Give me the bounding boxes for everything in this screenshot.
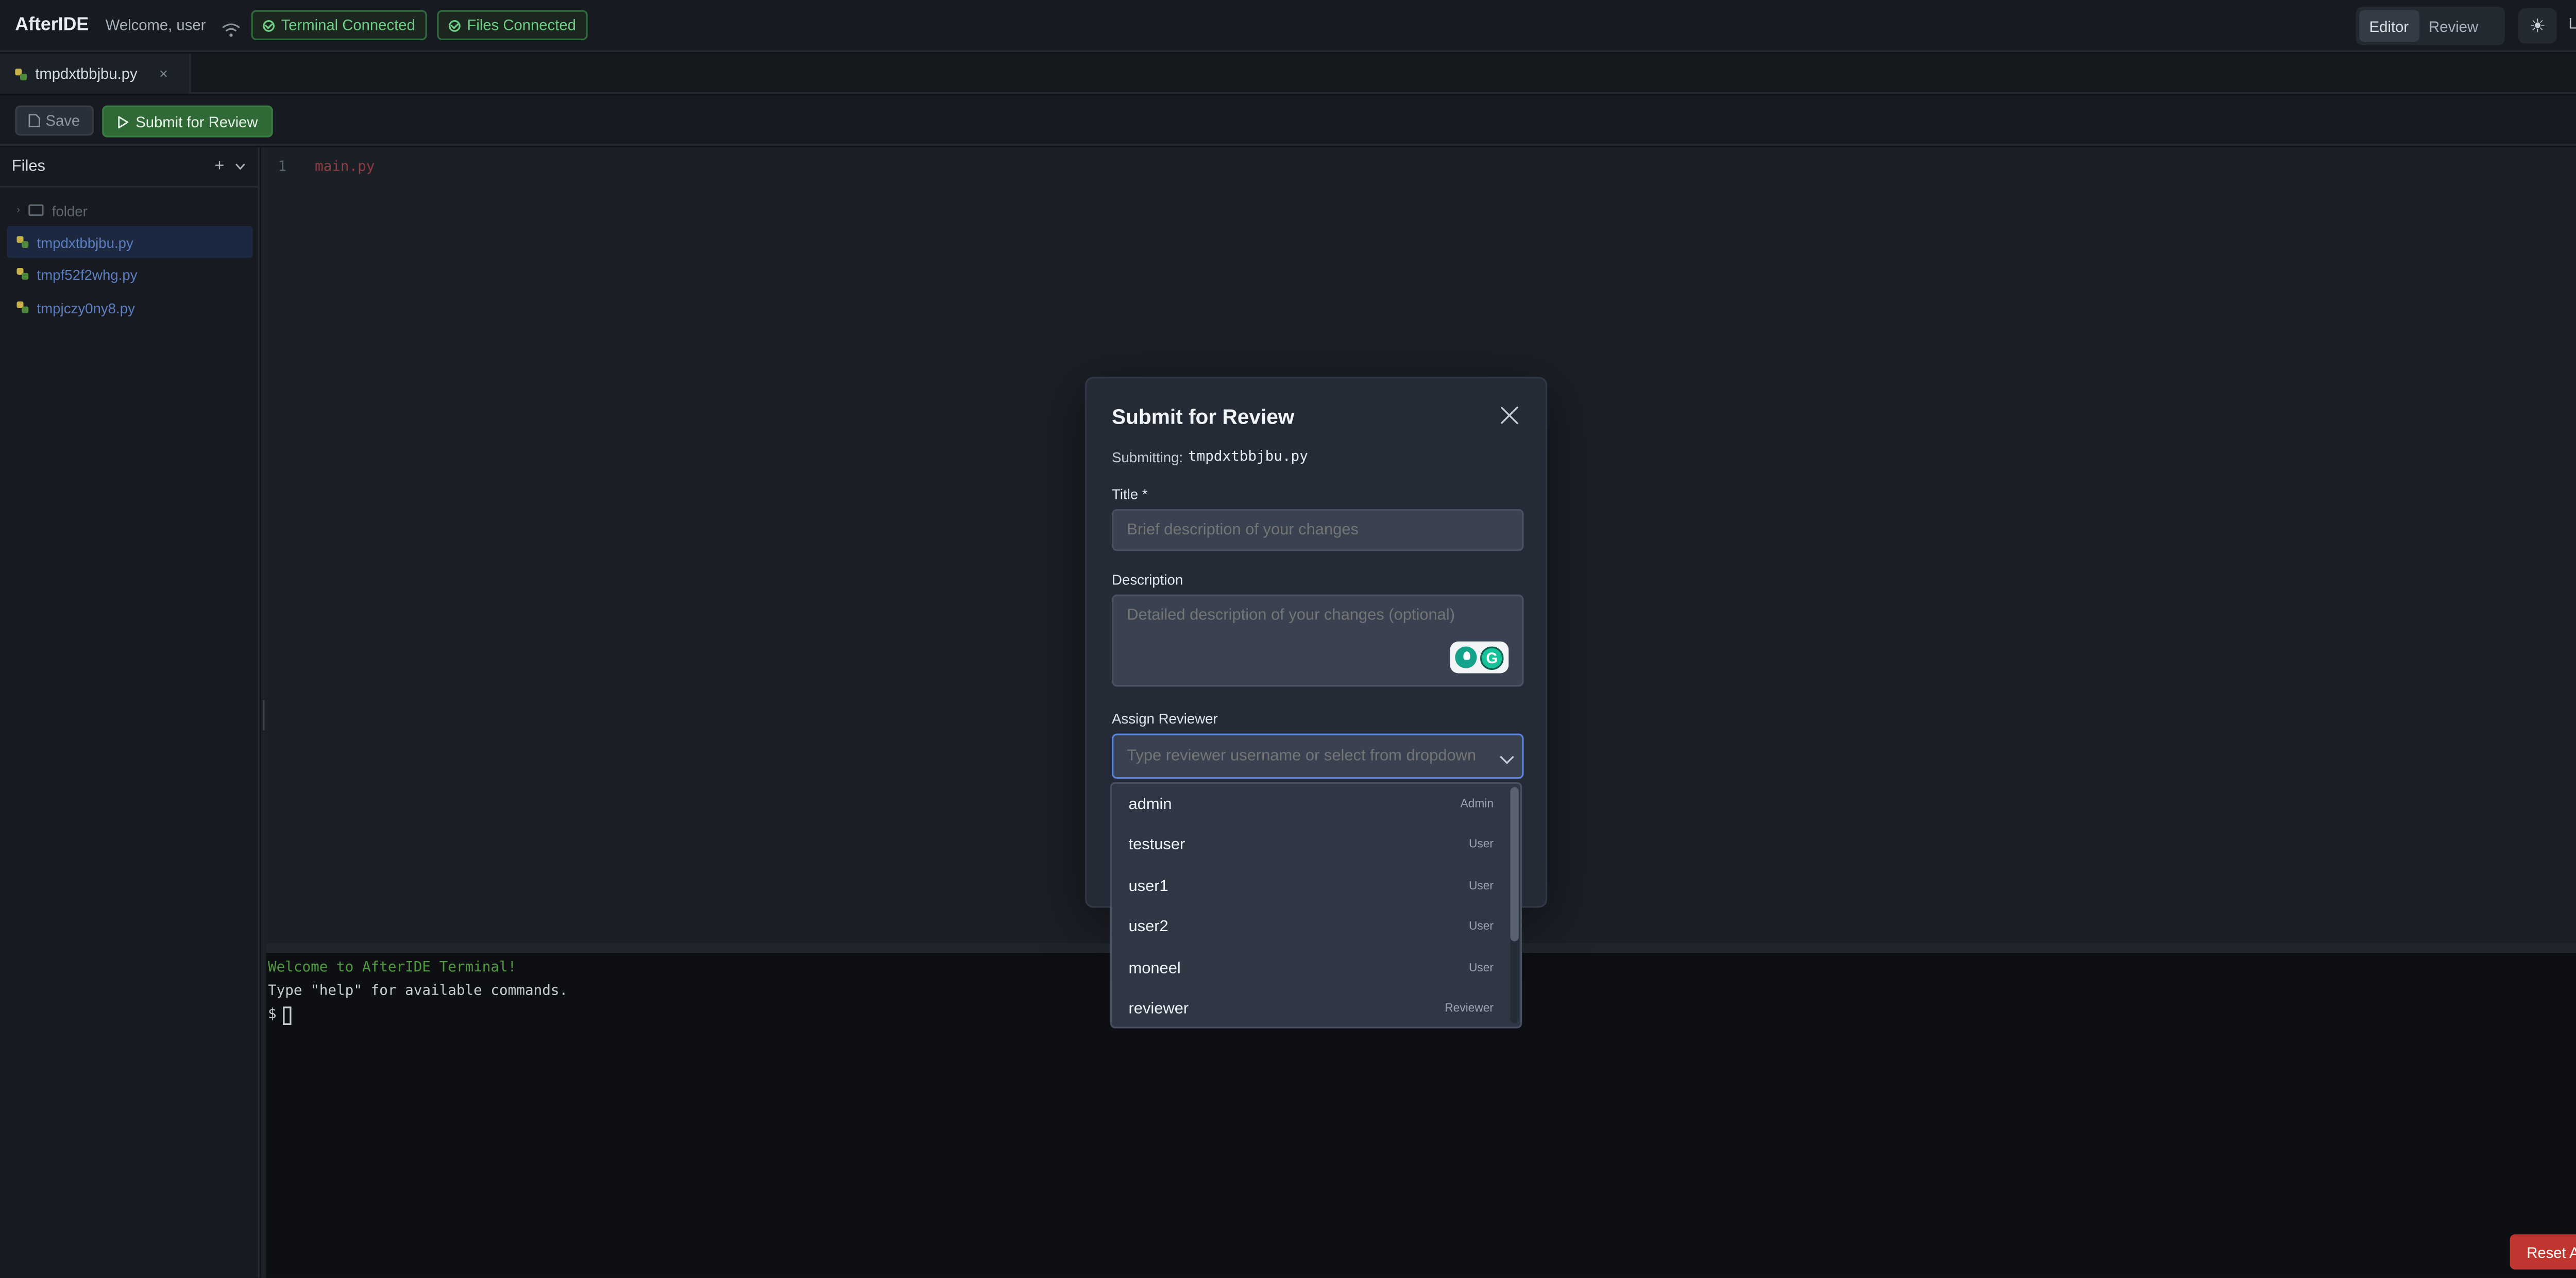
reviewer-input[interactable] [1112,733,1524,779]
file-label: tmpdxtbbjbu.py [37,233,133,250]
submitting-file: tmpdxtbbjbu.py [1188,449,1308,466]
reviewer-role: User [1468,880,1494,892]
files-title: Files [11,157,45,176]
folder-icon [28,204,44,216]
save-button[interactable]: Save [15,105,94,136]
file-item-tmpf52f2whg[interactable]: tmpf52f2whg.py [7,258,253,290]
reviewer-role: User [1468,839,1494,851]
logout-button[interactable]: Logout [2569,15,2576,32]
file-item-tmpjczy0ny8[interactable]: tmpjczy0ny8.py [7,292,253,324]
submit-label: Submit for Review [135,113,258,130]
python-file-icon [16,236,29,248]
add-file-icon[interactable]: + [215,158,225,176]
top-header: AfterIDE Welcome, user Terminal Connecte… [0,0,2576,52]
save-icon [29,114,41,127]
python-file-icon [16,301,29,313]
folder-label: folder [52,201,88,219]
python-file-icon [16,268,29,280]
file-sidebar: Files + › folder tmpdxtbbjbu.py tmpf52f2… [0,147,260,1278]
file-item-tmpdxtbbjbu[interactable]: tmpdxtbbjbu.py [7,226,253,258]
tab-bar: tmpdxtbbjbu.py × [0,54,2576,94]
reviewer-label: Assign Reviewer [1112,710,1218,727]
reviewer-name: reviewer [1128,1000,1189,1018]
reviewer-option-testuser[interactable]: testuser User [1112,825,1511,865]
reviewer-option-user1[interactable]: user1 User [1112,866,1511,906]
grammarly-widget[interactable]: G [1450,641,1509,674]
title-label: Title * [1112,485,1148,503]
reviewer-option-reviewer[interactable]: reviewer Reviewer [1112,989,1511,1027]
modal-title: Submit for Review [1112,405,1295,429]
terminal-status-text: Terminal Connected [281,16,415,34]
lightbulb-icon[interactable] [1455,646,1477,668]
reviewer-name: user2 [1128,918,1168,936]
reviewer-role: Admin [1460,798,1494,810]
reviewer-role: Reviewer [1445,1003,1494,1015]
submitting-label: Submitting: [1112,449,1183,466]
check-circle-icon [448,19,461,31]
grammarly-icon[interactable]: G [1480,645,1504,669]
files-status-badge: Files Connected [436,10,588,40]
folder-item[interactable]: › folder [7,194,253,226]
terminal-cursor [283,1005,292,1024]
play-icon [118,115,129,128]
reviewer-dropdown: admin Admin testuser User user1 User use… [1110,782,1522,1029]
close-icon[interactable] [1500,406,1520,426]
app-window: AfterIDE Welcome, user Terminal Connecte… [0,0,2576,1278]
python-file-icon [15,68,27,80]
reviewer-option-user2[interactable]: user2 User [1112,907,1511,947]
reviewer-role: User [1468,921,1494,933]
reviewer-name: user1 [1128,877,1168,896]
chevron-right-icon: › [16,205,21,215]
editor-toolbar: Save Submit for Review [0,95,2576,146]
tab-tmpdxtbbjbu[interactable]: tmpdxtbbjbu.py × [0,54,191,94]
editor-mode-button[interactable]: Editor [2359,10,2419,42]
files-header: Files + [0,147,258,188]
reviewer-option-admin[interactable]: admin Admin [1112,784,1511,824]
prompt-symbol: $ [268,1006,277,1023]
theme-toggle-button[interactable]: ☀ [2518,8,2557,44]
code-line[interactable]: main.py [315,159,375,176]
files-status-text: Files Connected [467,16,576,34]
review-mode-button[interactable]: Review [2419,10,2488,42]
check-circle-icon [262,19,275,31]
file-label: tmpf52f2whg.py [37,265,138,282]
app-title: AfterIDE [15,15,89,36]
welcome-text: Welcome, user [105,16,206,34]
submit-for-review-button[interactable]: Submit for Review [102,105,273,138]
close-tab-icon[interactable]: × [159,65,168,82]
description-label: Description [1112,571,1183,588]
tab-label: tmpdxtbbjbu.py [35,65,138,82]
reviewer-name: admin [1128,795,1172,813]
line-number: 1 [278,159,287,176]
dropdown-scrollbar[interactable] [1510,787,1519,1023]
sun-icon: ☀ [2529,16,2546,37]
reviewer-option-moneel[interactable]: moneel User [1112,948,1511,988]
reviewer-role: User [1468,962,1494,974]
reviewer-name: moneel [1128,959,1181,978]
files-actions: + [215,158,246,176]
chevron-down-icon[interactable] [234,162,246,171]
save-label: Save [45,112,80,129]
file-label: tmpjczy0ny8.py [37,299,135,316]
scrollbar-thumb[interactable] [1510,787,1519,941]
terminal-status-badge: Terminal Connected [251,10,427,40]
sidebar-resize-handle[interactable] [261,147,266,1278]
reset-auth-button[interactable]: Reset Auth [2510,1234,2576,1270]
title-input[interactable] [1112,509,1524,551]
reviewer-name: testuser [1128,835,1185,854]
wifi-icon [221,17,241,37]
submitting-info: Submitting: tmpdxtbbjbu.py [1112,449,1308,466]
mode-switch: Editor Review [2355,7,2505,45]
